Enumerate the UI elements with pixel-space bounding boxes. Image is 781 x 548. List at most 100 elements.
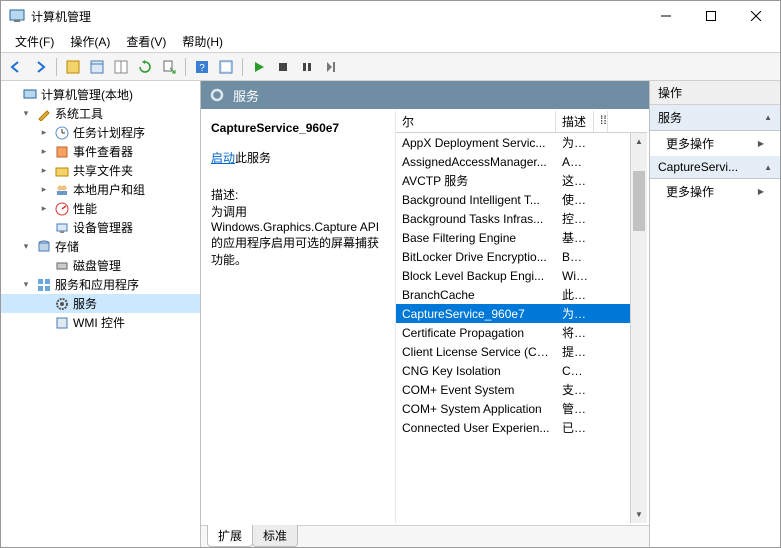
service-row[interactable]: BitLocker Drive Encryptio...BDE... bbox=[396, 247, 647, 266]
disk-icon bbox=[54, 258, 70, 274]
tree-disk-mgmt[interactable]: 磁盘管理 bbox=[1, 256, 200, 275]
selected-service-name: CaptureService_960e7 bbox=[211, 121, 387, 135]
tree-event-viewer[interactable]: ▸ 事件查看器 bbox=[1, 142, 200, 161]
tree-label: 系统工具 bbox=[55, 105, 103, 122]
expand-toggle[interactable]: ▸ bbox=[37, 164, 51, 178]
tree-root[interactable]: 计算机管理(本地) bbox=[1, 85, 200, 104]
tree-label: WMI 控件 bbox=[73, 314, 125, 331]
col-desc[interactable]: 描述 bbox=[556, 111, 594, 132]
close-button[interactable] bbox=[733, 2, 778, 31]
stop-service-button[interactable] bbox=[272, 56, 294, 78]
service-row[interactable]: AssignedAccessManager...Assi... bbox=[396, 152, 647, 171]
tree-label: 本地用户和组 bbox=[73, 181, 145, 198]
col-extra[interactable]: ⁞⁞ bbox=[594, 111, 608, 132]
service-detail-pane: CaptureService_960e7 启动此服务 描述: 为调用 Windo… bbox=[203, 111, 395, 523]
service-list[interactable]: 尔 描述 ⁞⁞ AppX Deployment Servic...为部...As… bbox=[395, 111, 647, 523]
service-row[interactable]: Block Level Backup Engi...Win... bbox=[396, 266, 647, 285]
expand-toggle[interactable]: ▸ bbox=[37, 145, 51, 159]
vertical-scrollbar[interactable]: ▲ ▼ bbox=[630, 133, 647, 523]
device-icon bbox=[54, 220, 70, 236]
minimize-button[interactable] bbox=[643, 2, 688, 31]
service-row[interactable]: BranchCache此服... bbox=[396, 285, 647, 304]
service-row[interactable]: CNG Key IsolationCNG... bbox=[396, 361, 647, 380]
col-name[interactable]: 尔 bbox=[396, 111, 556, 132]
tab-standard[interactable]: 标准 bbox=[252, 525, 298, 547]
list-header[interactable]: 尔 描述 ⁞⁞ bbox=[396, 111, 647, 133]
scroll-up-button[interactable]: ▲ bbox=[631, 133, 647, 150]
app-icon bbox=[9, 8, 25, 24]
service-desc-cell: 为部... bbox=[556, 133, 594, 152]
tree-services[interactable]: 服务 bbox=[1, 294, 200, 313]
expand-toggle[interactable]: ▸ bbox=[37, 183, 51, 197]
service-name-cell: Certificate Propagation bbox=[396, 325, 556, 341]
expand-toggle[interactable]: ▸ bbox=[37, 202, 51, 216]
service-row[interactable]: Certificate Propagation将用... bbox=[396, 323, 647, 342]
services-header: 服务 bbox=[201, 81, 649, 109]
menu-view[interactable]: 查看(V) bbox=[118, 31, 174, 52]
service-desc-cell: BDE... bbox=[556, 249, 594, 265]
service-row[interactable]: Connected User Experien...已连... bbox=[396, 418, 647, 437]
help-button[interactable]: ? bbox=[191, 56, 213, 78]
service-row[interactable]: Background Tasks Infras...控制... bbox=[396, 209, 647, 228]
tree-device-manager[interactable]: 设备管理器 bbox=[1, 218, 200, 237]
tree-label: 服务 bbox=[73, 295, 97, 312]
gear-icon bbox=[54, 296, 70, 312]
main-content: 计算机管理(本地) ▾ 系统工具 ▸ 任务计划程序 ▸ 事件查看器 ▸ 共享文件… bbox=[1, 81, 780, 547]
start-service-link[interactable]: 启动 bbox=[211, 151, 235, 165]
maximize-button[interactable] bbox=[688, 2, 733, 31]
tab-extended[interactable]: 扩展 bbox=[207, 525, 253, 547]
service-row[interactable]: AVCTP 服务这是... bbox=[396, 171, 647, 190]
expand-toggle[interactable]: ▾ bbox=[19, 278, 33, 292]
window-controls bbox=[643, 2, 778, 31]
svg-text:?: ? bbox=[199, 63, 205, 74]
refresh-button[interactable] bbox=[134, 56, 156, 78]
expand-toggle[interactable]: ▾ bbox=[19, 107, 33, 121]
menu-file[interactable]: 文件(F) bbox=[7, 31, 62, 52]
menu-action[interactable]: 操作(A) bbox=[62, 31, 118, 52]
menu-help[interactable]: 帮助(H) bbox=[174, 31, 231, 52]
service-row[interactable]: Background Intelligent T...使用... bbox=[396, 190, 647, 209]
service-name-cell: BitLocker Drive Encryptio... bbox=[396, 249, 556, 265]
tree-label: 存储 bbox=[55, 238, 79, 255]
export-button[interactable] bbox=[158, 56, 180, 78]
service-row[interactable]: COM+ System Application管理... bbox=[396, 399, 647, 418]
expand-toggle[interactable]: ▾ bbox=[19, 240, 33, 254]
service-row[interactable]: AppX Deployment Servic...为部... bbox=[396, 133, 647, 152]
tree-performance[interactable]: ▸ 性能 bbox=[1, 199, 200, 218]
clock-icon bbox=[54, 125, 70, 141]
tree-services-apps[interactable]: ▾ 服务和应用程序 bbox=[1, 275, 200, 294]
users-icon bbox=[54, 182, 70, 198]
pause-service-button[interactable] bbox=[296, 56, 318, 78]
tree-local-users[interactable]: ▸ 本地用户和组 bbox=[1, 180, 200, 199]
tree-wmi[interactable]: WMI 控件 bbox=[1, 313, 200, 332]
service-row[interactable]: Client License Service (Cli...提供... bbox=[396, 342, 647, 361]
chevron-right-icon: ▶ bbox=[758, 187, 764, 196]
toolbar-icon-2[interactable] bbox=[86, 56, 108, 78]
expand-toggle[interactable]: ▸ bbox=[37, 126, 51, 140]
tree-panel[interactable]: 计算机管理(本地) ▾ 系统工具 ▸ 任务计划程序 ▸ 事件查看器 ▸ 共享文件… bbox=[1, 81, 201, 547]
scroll-down-button[interactable]: ▼ bbox=[631, 506, 647, 523]
service-row[interactable]: Base Filtering Engine基本... bbox=[396, 228, 647, 247]
toolbar-icon-4[interactable] bbox=[215, 56, 237, 78]
actions-more-2[interactable]: 更多操作 ▶ bbox=[650, 179, 780, 204]
restart-service-button[interactable] bbox=[320, 56, 342, 78]
tree-system-tools[interactable]: ▾ 系统工具 bbox=[1, 104, 200, 123]
service-name-cell: AssignedAccessManager... bbox=[396, 154, 556, 170]
toolbar-icon-3[interactable] bbox=[110, 56, 132, 78]
forward-button[interactable] bbox=[29, 56, 51, 78]
scroll-thumb[interactable] bbox=[633, 171, 645, 231]
service-row[interactable]: COM+ Event System支持... bbox=[396, 380, 647, 399]
start-service-button[interactable] bbox=[248, 56, 270, 78]
toolbar-icon-1[interactable] bbox=[62, 56, 84, 78]
service-name-cell: Block Level Backup Engi... bbox=[396, 268, 556, 284]
service-name-cell: BranchCache bbox=[396, 287, 556, 303]
back-button[interactable] bbox=[5, 56, 27, 78]
tree-task-scheduler[interactable]: ▸ 任务计划程序 bbox=[1, 123, 200, 142]
tree-storage[interactable]: ▾ 存储 bbox=[1, 237, 200, 256]
actions-section-selected[interactable]: CaptureServi... ▲ bbox=[650, 156, 780, 179]
service-name-cell: AppX Deployment Servic... bbox=[396, 135, 556, 151]
tree-shared-folders[interactable]: ▸ 共享文件夹 bbox=[1, 161, 200, 180]
service-row[interactable]: CaptureService_960e7为调... bbox=[396, 304, 647, 323]
actions-more-1[interactable]: 更多操作 ▶ bbox=[650, 131, 780, 156]
actions-section-services[interactable]: 服务 ▲ bbox=[650, 105, 780, 131]
